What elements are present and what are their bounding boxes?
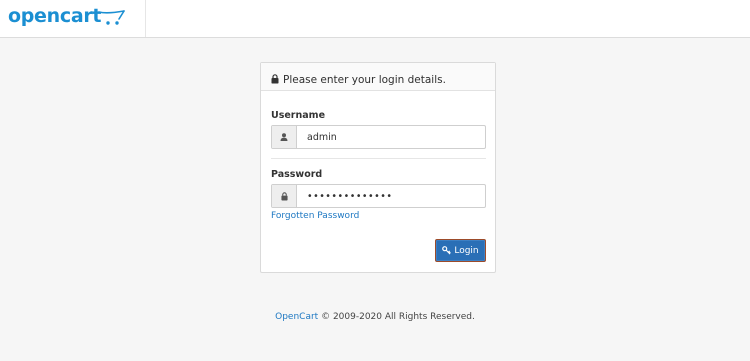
panel-heading: Please enter your login details. (261, 63, 495, 91)
footer-opencart-link[interactable]: OpenCart (275, 312, 318, 322)
top-header: opencart (0, 0, 750, 38)
lock-icon (271, 73, 279, 87)
login-button[interactable]: Login (435, 239, 486, 262)
logo[interactable]: opencart (0, 0, 146, 37)
lock-icon (272, 185, 297, 207)
password-field[interactable] (271, 184, 486, 208)
login-button-label: Login (454, 245, 479, 256)
key-icon (442, 246, 452, 255)
panel-heading-text: Please enter your login details. (283, 74, 446, 86)
footer: OpenCart © 2009-2020 All Rights Reserved… (0, 312, 750, 322)
logo-text: opencart (8, 5, 102, 27)
footer-copyright: © 2009-2020 All Rights Reserved. (321, 312, 475, 322)
user-icon (272, 126, 297, 148)
username-field[interactable] (271, 125, 486, 149)
cart-icon (98, 10, 125, 25)
username-label: Username (271, 110, 326, 121)
username-input[interactable] (297, 126, 485, 148)
password-input[interactable] (297, 185, 485, 207)
password-label: Password (271, 169, 323, 180)
login-panel: Please enter your login details. Usernam… (260, 62, 496, 273)
divider (271, 158, 486, 159)
forgotten-password-link[interactable]: Forgotten Password (271, 211, 359, 221)
